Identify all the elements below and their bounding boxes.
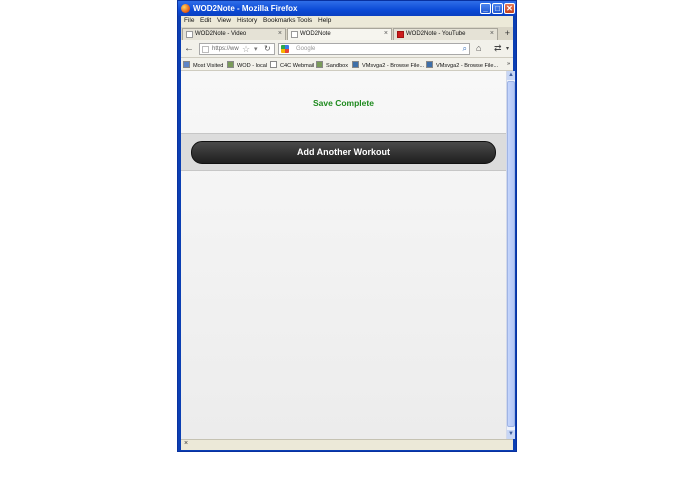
menu-tools[interactable]: Tools [297, 17, 312, 24]
menu-help[interactable]: Help [318, 17, 331, 24]
search-placeholder: Google [296, 46, 316, 52]
bookmark-c4c-webmail[interactable]: C4C Webmail [270, 61, 314, 69]
tab-label: WOD2Note - YouTube [406, 31, 466, 37]
vmsvga-icon [426, 61, 433, 68]
bookmark-vmsvga2-1[interactable]: VMsvga2 - Browse File... [352, 61, 424, 69]
bookmark-label: Sandbox [326, 63, 349, 69]
bookmark-label: C4C Webmail [280, 63, 315, 69]
close-window-button[interactable]: ✕ [504, 3, 515, 14]
tab-close-icon[interactable]: × [490, 30, 494, 37]
tab-strip: WOD2Note - Video × WOD2Note × WOD2Note -… [181, 27, 513, 40]
bookmark-label: Most Visited [193, 63, 224, 69]
page-icon [186, 31, 193, 38]
firefox-icon [181, 4, 190, 13]
bookmarks-toolbar: Most Visited WOD - local C4C Webmail San… [181, 58, 513, 71]
button-band: Add Another Workout [181, 133, 506, 171]
tab-wod2note[interactable]: WOD2Note × [287, 28, 392, 40]
scroll-up-arrow-icon[interactable]: ▲ [507, 71, 515, 80]
tab-label: WOD2Note - Video [195, 31, 247, 37]
url-text: https://ww [212, 46, 239, 52]
scrollbar-thumb[interactable] [507, 81, 515, 427]
new-tab-button[interactable]: + [505, 28, 510, 38]
bookmarks-overflow-icon[interactable]: » [507, 61, 510, 67]
tab-label: WOD2Note [300, 31, 331, 37]
scroll-down-arrow-icon[interactable]: ▼ [507, 430, 515, 439]
tab-close-icon[interactable]: × [384, 30, 388, 37]
bookmark-vmsvga2-2[interactable]: VMsvga2 - Browse File... [426, 61, 498, 69]
vertical-scrollbar[interactable]: ▲ ▼ [506, 71, 515, 439]
toolbar-menu-arrow-icon[interactable]: ▾ [506, 45, 509, 52]
youtube-icon [397, 31, 404, 38]
title-bar: WOD2Note - Mozilla Firefox _ □ ✕ [178, 1, 516, 16]
bookmark-wod-local[interactable]: WOD - local [227, 61, 267, 69]
menu-bar: File Edit View History Bookmarks Tools H… [181, 16, 513, 27]
bookmark-star-icon[interactable]: ☆ [242, 44, 250, 55]
menu-bookmarks[interactable]: Bookmarks [263, 17, 296, 24]
menu-edit[interactable]: Edit [200, 17, 211, 24]
maximize-button[interactable]: □ [492, 3, 503, 14]
window-title: WOD2Note - Mozilla Firefox [193, 4, 298, 13]
page-icon [291, 31, 298, 38]
most-visited-icon [183, 61, 190, 68]
tab-youtube[interactable]: WOD2Note - YouTube × [393, 28, 498, 40]
menu-view[interactable]: View [217, 17, 231, 24]
search-icon[interactable]: ⌕ [463, 44, 467, 54]
google-icon[interactable] [281, 45, 289, 53]
findbar-close-icon[interactable]: × [184, 440, 188, 447]
search-input[interactable]: Google ⌕ [278, 43, 470, 55]
navigation-toolbar: ← https://ww ☆ ▾ ↻ Google ⌕ ⌂ ⇄ ▾ [181, 40, 513, 58]
bookmark-label: VMsvga2 - Browse File... [362, 63, 425, 69]
save-status-message: Save Complete [313, 98, 374, 108]
reload-icon[interactable]: ↻ [264, 44, 271, 53]
add-another-workout-button[interactable]: Add Another Workout [191, 141, 496, 164]
bookmark-label: VMsvga2 - Browse File... [436, 63, 499, 69]
sync-icon[interactable]: ⇄ [494, 43, 502, 54]
find-bar: × [181, 439, 513, 450]
sandbox-icon [316, 61, 323, 68]
menu-history[interactable]: History [237, 17, 257, 24]
bookmark-most-visited[interactable]: Most Visited [183, 61, 223, 69]
home-icon[interactable]: ⌂ [476, 43, 481, 53]
back-arrow-icon[interactable]: ← [184, 43, 196, 55]
minimize-button[interactable]: _ [480, 3, 491, 14]
tab-close-icon[interactable]: × [278, 30, 282, 37]
page-content: Save Complete Add Another Workout [181, 71, 506, 439]
menu-file[interactable]: File [184, 17, 194, 24]
wod-icon [227, 61, 234, 68]
url-bar[interactable]: https://ww ☆ ▾ ↻ [199, 43, 275, 55]
bookmark-sandbox[interactable]: Sandbox [316, 61, 348, 69]
site-identity-icon[interactable] [202, 46, 209, 53]
bookmark-label: WOD - local [237, 63, 268, 69]
dropdown-arrow-icon[interactable]: ▾ [254, 45, 258, 53]
browser-window: WOD2Note - Mozilla Firefox _ □ ✕ File Ed… [177, 0, 517, 452]
vmsvga-icon [352, 61, 359, 68]
page-icon [270, 61, 277, 68]
tab-video[interactable]: WOD2Note - Video × [182, 28, 286, 40]
